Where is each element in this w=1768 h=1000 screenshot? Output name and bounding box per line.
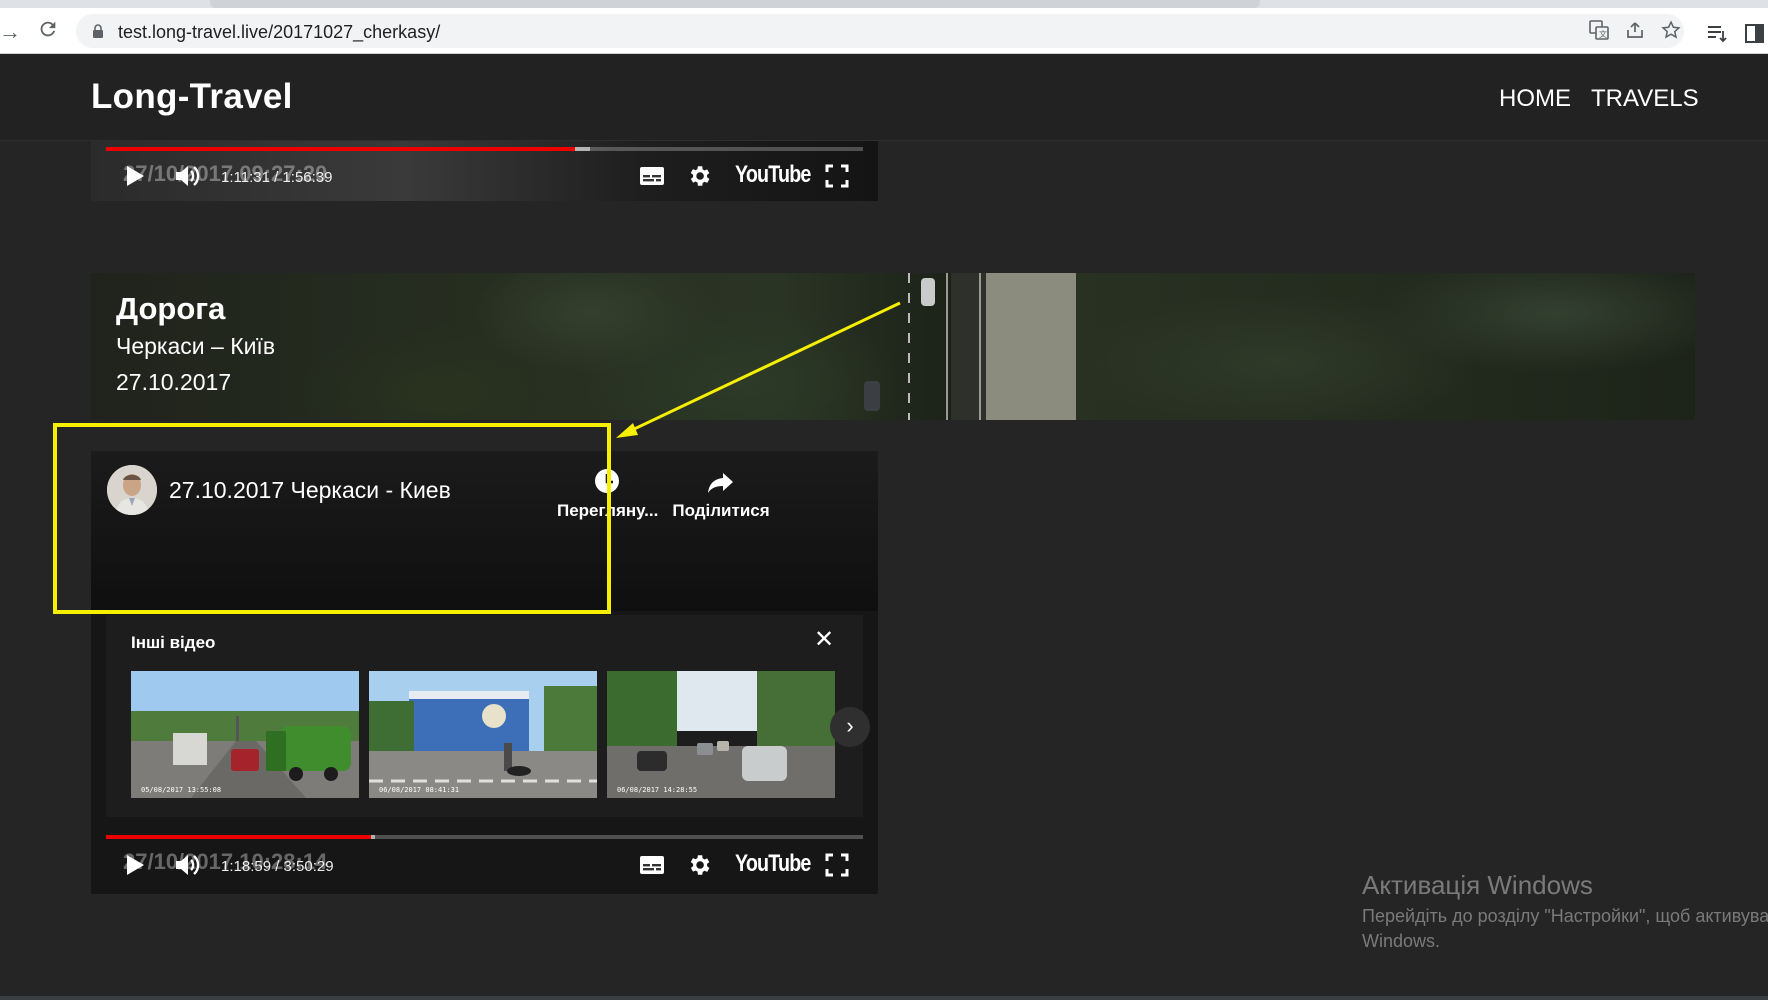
taskbar-edge [0,996,1768,1000]
windows-activation-text: Перейдіть до розділу "Настройки", щоб ак… [1362,904,1768,954]
windows-activation-line: Перейдіть до розділу "Настройки", щоб ак… [1362,906,1768,926]
windows-activation-line: Windows. [1362,931,1441,951]
windows-activation-title: Активація Windows [1362,870,1593,900]
annotation-arrow [616,301,901,438]
